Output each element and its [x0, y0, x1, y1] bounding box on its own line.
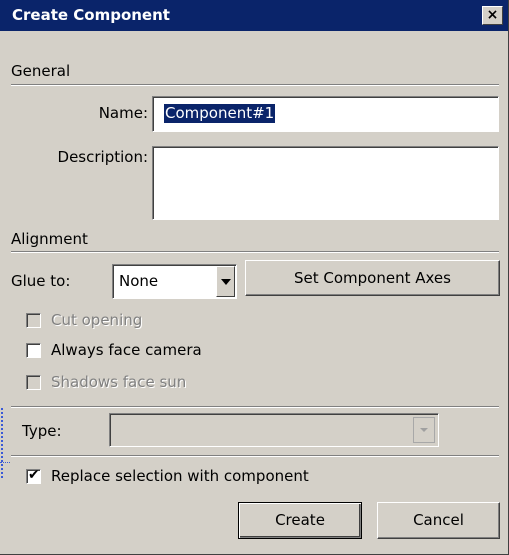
name-label: Name: — [98, 104, 148, 122]
close-button[interactable]: × — [482, 6, 503, 25]
general-section-label: General — [11, 62, 71, 80]
checkmark-icon: ✔ — [28, 467, 40, 483]
cut-opening-label: Cut opening — [51, 311, 143, 329]
replace-selection-label[interactable]: Replace selection with component — [51, 467, 309, 485]
cancel-button[interactable]: Cancel — [377, 502, 500, 539]
glue-to-dropdown-button[interactable] — [216, 266, 235, 297]
glue-to-label: Glue to: — [11, 272, 71, 290]
type-dropdown-button[interactable] — [413, 417, 435, 443]
create-component-dialog: Create Component × General Name: Compone… — [0, 0, 509, 555]
type-bottom-divider — [11, 455, 499, 457]
background-selection-edge — [1, 408, 3, 478]
type-select[interactable] — [109, 413, 439, 447]
cut-opening-checkbox[interactable] — [26, 313, 41, 328]
title-bar[interactable]: Create Component × — [0, 0, 508, 31]
background-dotted-line — [0, 462, 10, 463]
chevron-down-icon — [221, 279, 231, 285]
replace-selection-checkbox[interactable]: ✔ — [26, 467, 41, 484]
set-component-axes-button[interactable]: Set Component Axes — [245, 260, 500, 296]
shadows-face-sun-label: Shadows face sun — [51, 373, 187, 391]
create-button[interactable]: Create — [238, 502, 362, 539]
alignment-divider — [11, 251, 499, 253]
dialog-title: Create Component — [12, 6, 170, 24]
description-input[interactable] — [152, 146, 499, 220]
type-top-divider — [11, 406, 499, 408]
type-label: Type: — [22, 422, 62, 440]
description-label: Description: — [57, 148, 148, 166]
shadows-face-sun-checkbox[interactable] — [26, 375, 41, 390]
name-input[interactable]: Component#1 — [152, 96, 499, 132]
name-input-value: Component#1 — [164, 104, 276, 123]
always-face-camera-label[interactable]: Always face camera — [51, 341, 202, 359]
alignment-section-label: Alignment — [11, 230, 88, 248]
always-face-camera-checkbox[interactable] — [26, 343, 41, 358]
close-icon: × — [486, 7, 499, 23]
chevron-down-icon — [420, 428, 428, 432]
glue-to-value: None — [119, 272, 159, 290]
glue-to-select[interactable]: None — [112, 264, 237, 299]
general-divider — [11, 84, 499, 86]
